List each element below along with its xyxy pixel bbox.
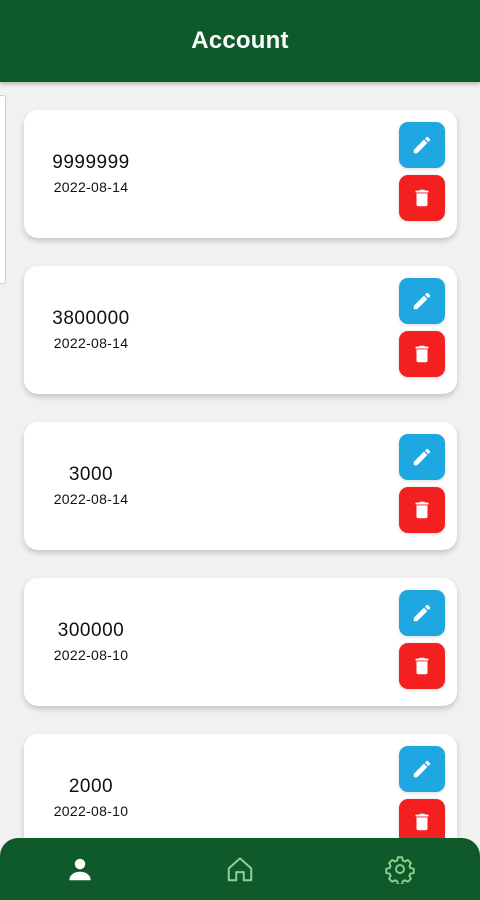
record-amount: 9999999: [52, 152, 130, 173]
pencil-icon: [413, 292, 431, 310]
delete-button[interactable]: [399, 331, 445, 377]
delete-button[interactable]: [399, 487, 445, 533]
trash-icon: [415, 813, 429, 831]
edit-button[interactable]: [399, 746, 445, 792]
pencil-icon: [413, 448, 431, 466]
trash-icon: [415, 345, 429, 363]
record-amount: 3800000: [52, 308, 130, 329]
edit-button[interactable]: [399, 434, 445, 480]
record-info: 3000 2022-08-14: [36, 422, 146, 550]
record-amount: 300000: [57, 620, 125, 641]
pencil-icon: [413, 604, 431, 622]
gear-icon: [385, 856, 415, 884]
pencil-icon: [413, 760, 431, 778]
record-date: 2022-08-10: [53, 647, 129, 663]
home-icon: [227, 857, 253, 882]
side-drawer-handle[interactable]: [0, 95, 6, 284]
record-card: 3000 2022-08-14: [24, 422, 457, 550]
record-list: 9999999 2022-08-14 3800000 2022-08-14 30…: [24, 110, 457, 890]
nav-item-home[interactable]: [200, 838, 280, 900]
edit-button[interactable]: [399, 278, 445, 324]
nav-item-account[interactable]: [40, 838, 120, 900]
record-amount: 2000: [68, 776, 114, 797]
record-info: 300000 2022-08-10: [36, 578, 146, 706]
page-title: Account: [191, 27, 289, 54]
record-date: 2022-08-14: [53, 179, 129, 195]
trash-icon: [415, 657, 429, 675]
record-date: 2022-08-14: [53, 335, 129, 351]
record-info: 3800000 2022-08-14: [36, 266, 146, 394]
record-date: 2022-08-10: [53, 803, 129, 819]
nav-item-settings[interactable]: [360, 838, 440, 900]
trash-icon: [415, 501, 429, 519]
person-icon: [69, 858, 91, 881]
record-card: 9999999 2022-08-14: [24, 110, 457, 238]
record-date: 2022-08-14: [53, 491, 129, 507]
pencil-icon: [413, 136, 431, 154]
delete-button[interactable]: [399, 643, 445, 689]
edit-button[interactable]: [399, 122, 445, 168]
bottom-nav: [0, 838, 480, 900]
record-card: 300000 2022-08-10: [24, 578, 457, 706]
record-card: 3800000 2022-08-14: [24, 266, 457, 394]
app-header: Account: [0, 0, 480, 82]
record-info: 9999999 2022-08-14: [36, 110, 146, 238]
trash-icon: [415, 189, 429, 207]
record-amount: 3000: [68, 464, 114, 485]
delete-button[interactable]: [399, 175, 445, 221]
edit-button[interactable]: [399, 590, 445, 636]
